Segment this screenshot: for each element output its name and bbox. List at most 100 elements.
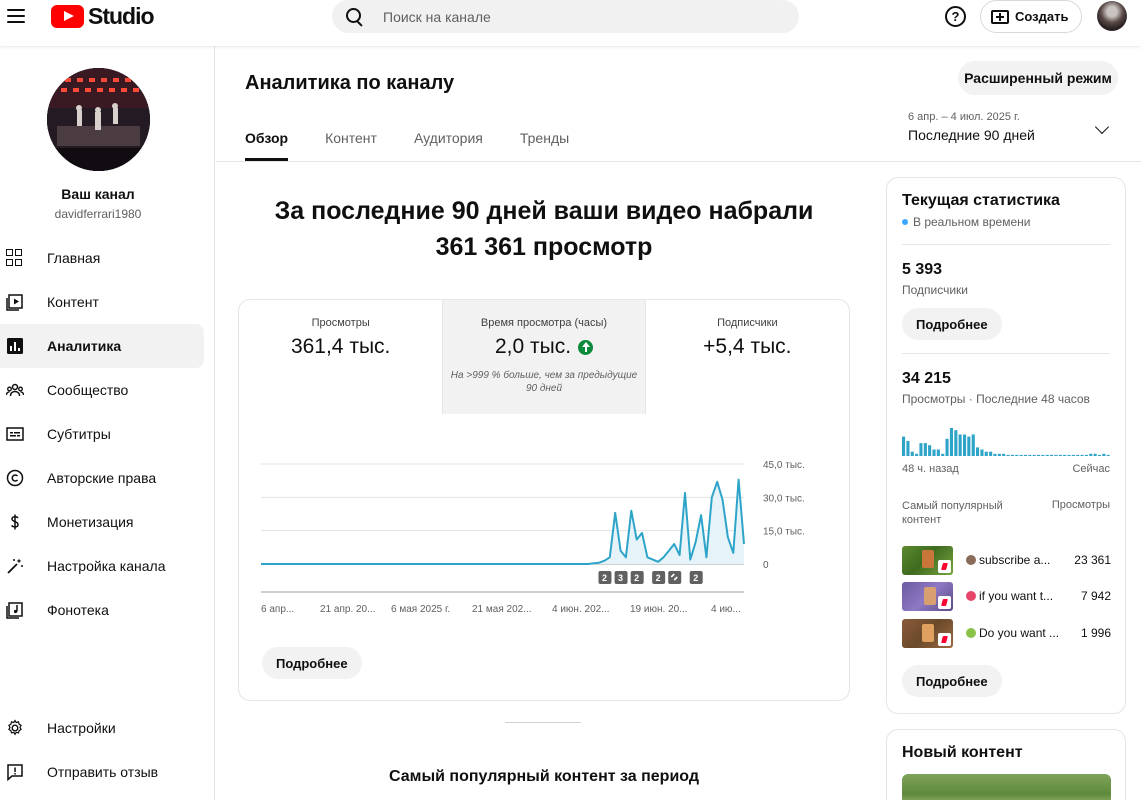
new-content-thumbnail[interactable] [902,774,1111,800]
mini-bar [945,438,949,456]
mini-bar [980,449,984,456]
shorts-icon [938,595,951,609]
audio-library-icon [6,601,24,619]
account-avatar[interactable] [1097,1,1127,31]
sidebar-item-settings[interactable]: Настройки [0,706,215,750]
mini-bar [1010,454,1014,456]
video-views: 23 361 [1074,553,1111,567]
settings-icon [6,719,24,737]
sidebar-item-customization[interactable]: Настройка канала [0,544,215,588]
sidebar-item-label: Главная [47,250,101,266]
customization-icon [6,557,24,575]
mini-bar [967,436,971,456]
tab-audience[interactable]: Аудитория [414,130,483,161]
tab-overview[interactable]: Обзор [245,130,289,161]
subscribers-more-button[interactable]: Подробнее [902,308,1002,340]
top-video-row[interactable]: if you want t... 7 942 [902,581,1111,611]
views-48h-chart[interactable] [902,426,1111,456]
mini-bar [976,447,980,456]
metric-watch-time[interactable]: Время просмотра (часы) 2,0 тыс. На >999 … [442,300,646,414]
divider [902,353,1110,354]
search-input[interactable] [383,8,763,25]
dashboard-icon [6,249,24,267]
new-content-card: Новый контент [886,729,1126,800]
shorts-icon [938,632,951,646]
overview-card: Просмотры 361,4 тыс. Время просмотра (ча… [238,299,850,701]
mini-bar [1037,454,1041,456]
sidebar-item-feedback[interactable]: Отправить отзыв [0,750,215,794]
mini-bar [954,430,958,456]
video-thumbnail[interactable] [902,581,953,611]
mini-bar [910,451,914,456]
y-tick-label: 30,0 тыс. [763,493,805,504]
x-tick-label: 4 ию... [711,604,741,615]
video-title-wrap: if you want t... [966,589,1066,603]
metric-subscribers[interactable]: Подписчики +5,4 тыс. [646,300,849,414]
channel-name: Ваш канал [61,186,135,202]
sidebar-item-label: Настройки [47,720,116,736]
sidebar-item-analytics[interactable]: Аналитика [0,324,204,368]
mini-bar [1089,453,1093,456]
x-tick-label: 6 мая 2025 г. [391,604,450,615]
create-button[interactable]: Создать [980,0,1082,33]
help-icon[interactable]: ? [945,6,966,27]
studio-logo[interactable]: Studio [51,3,155,29]
mini-bar [915,453,919,456]
sidebar-item-label: Монетизация [47,514,134,530]
mini-bar [1015,454,1019,456]
video-title: Do you want ... [979,626,1060,640]
x-tick-label: 19 июн. 20... [630,604,688,615]
top-video-row[interactable]: subscribe a... 23 361 [902,545,1111,575]
sidebar-item-label: Настройка канала [47,558,166,574]
mini-bar [949,428,953,456]
mini-bar [1006,454,1010,456]
tab-content[interactable]: Контент [325,130,377,161]
overview-more-button[interactable]: Подробнее [262,647,362,679]
subscribers-label: Подписчики [902,283,969,297]
menu-icon[interactable] [4,4,28,28]
sidebar-item-community[interactable]: Сообщество [0,368,215,412]
video-views: 7 942 [1080,589,1111,603]
tab-trends[interactable]: Тренды [520,130,569,161]
sidebar-item-monetization[interactable]: Монетизация [0,500,215,544]
search-bar[interactable] [332,0,799,33]
feedback-icon [6,763,24,782]
sidebar-item-audio-library[interactable]: Фонотека [0,588,215,632]
channel-avatar[interactable] [47,68,150,171]
mini-bar [1102,453,1106,456]
sidebar: Ваш канал davidferrari1980 Главная Конте… [0,46,215,800]
section-divider [505,722,581,723]
top-video-row[interactable]: Do you want ... 1 996 [902,618,1111,648]
mini-bar [971,434,975,456]
advanced-mode-button[interactable]: Расширенный режим [958,61,1118,95]
sidebar-item-dashboard[interactable]: Главная [0,236,215,280]
sidebar-item-label: Контент [47,294,99,310]
date-range-dates: 6 апр. – 4 июл. 2025 г. [908,111,1020,123]
video-thumbnail[interactable] [902,545,953,575]
mini-bar [1106,454,1110,456]
metric-value-wrap: 2,0 тыс. [443,335,644,359]
mini-bar [902,436,906,456]
metric-value-wrap: +5,4 тыс. [646,335,849,359]
views-header: Просмотры [1051,499,1110,511]
mini-bar [993,453,997,456]
realtime-dot-icon [902,219,908,225]
views-48h-count: 34 215 [902,370,951,387]
video-thumbnail[interactable] [902,618,953,648]
chevron-down-icon[interactable] [1094,119,1110,135]
monetization-icon [6,513,24,531]
analytics-icon [6,337,24,355]
publish-marker-count: 2 [656,573,661,583]
sidebar-item-content[interactable]: Контент [0,280,215,324]
top-content-header: Самый популярный контент [902,500,1003,526]
date-range-selector[interactable]: 6 апр. – 4 июл. 2025 г. Последние 90 дне… [908,111,1035,143]
sidebar-item-label: Авторские права [47,470,157,486]
views-chart[interactable]: 45,0 тыс. 30,0 тыс. 15,0 тыс. 0 2 3 2 2 2 6 апр..… [239,414,849,634]
realtime-more-button[interactable]: Подробнее [902,665,1002,697]
x-tick-label: 6 апр... [261,604,294,615]
sidebar-item-copyright[interactable]: Авторские права [0,456,215,500]
sidebar-item-subtitles[interactable]: Субтитры [0,412,215,456]
mini-bar [1058,454,1062,456]
metric-views[interactable]: Просмотры 361,4 тыс. [239,300,442,414]
mini-bar [1097,454,1101,456]
